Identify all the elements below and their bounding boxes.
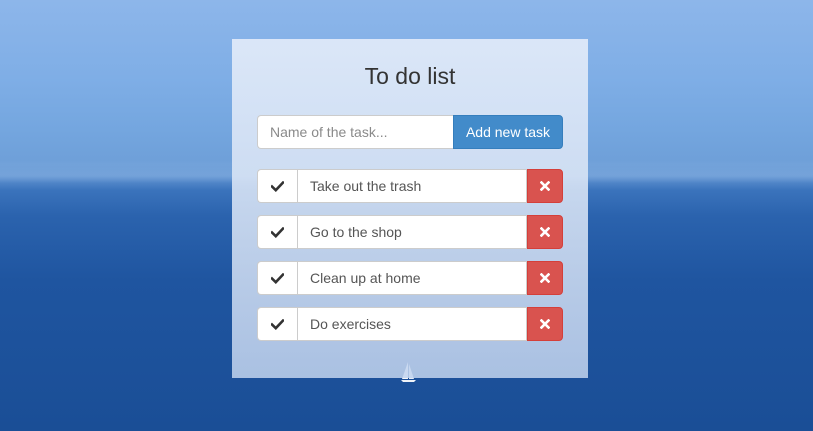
close-icon xyxy=(540,181,550,191)
task-label: Do exercises xyxy=(297,307,527,341)
add-task-button[interactable]: Add new task xyxy=(453,115,563,149)
check-icon xyxy=(271,318,284,330)
close-icon xyxy=(540,227,550,237)
task-list: Take out the trash Go to the shop Clean … xyxy=(257,169,563,353)
task-item: Go to the shop xyxy=(257,215,563,249)
complete-task-button[interactable] xyxy=(257,169,297,203)
page-title: To do list xyxy=(364,63,456,89)
task-item: Do exercises xyxy=(257,307,563,341)
check-icon xyxy=(271,226,284,238)
complete-task-button[interactable] xyxy=(257,307,297,341)
complete-task-button[interactable] xyxy=(257,215,297,249)
task-item: Take out the trash xyxy=(257,169,563,203)
todo-card: To do list Add new task Take out the tra… xyxy=(232,39,588,378)
delete-task-button[interactable] xyxy=(527,215,563,249)
task-item: Clean up at home xyxy=(257,261,563,295)
check-icon xyxy=(271,272,284,284)
delete-task-button[interactable] xyxy=(527,261,563,295)
task-label: Take out the trash xyxy=(297,169,527,203)
complete-task-button[interactable] xyxy=(257,261,297,295)
task-label: Go to the shop xyxy=(297,215,527,249)
close-icon xyxy=(540,273,550,283)
check-icon xyxy=(271,180,284,192)
task-name-input[interactable] xyxy=(257,115,453,149)
task-label: Clean up at home xyxy=(297,261,527,295)
add-task-form: Add new task xyxy=(257,115,563,149)
delete-task-button[interactable] xyxy=(527,307,563,341)
delete-task-button[interactable] xyxy=(527,169,563,203)
close-icon xyxy=(540,319,550,329)
